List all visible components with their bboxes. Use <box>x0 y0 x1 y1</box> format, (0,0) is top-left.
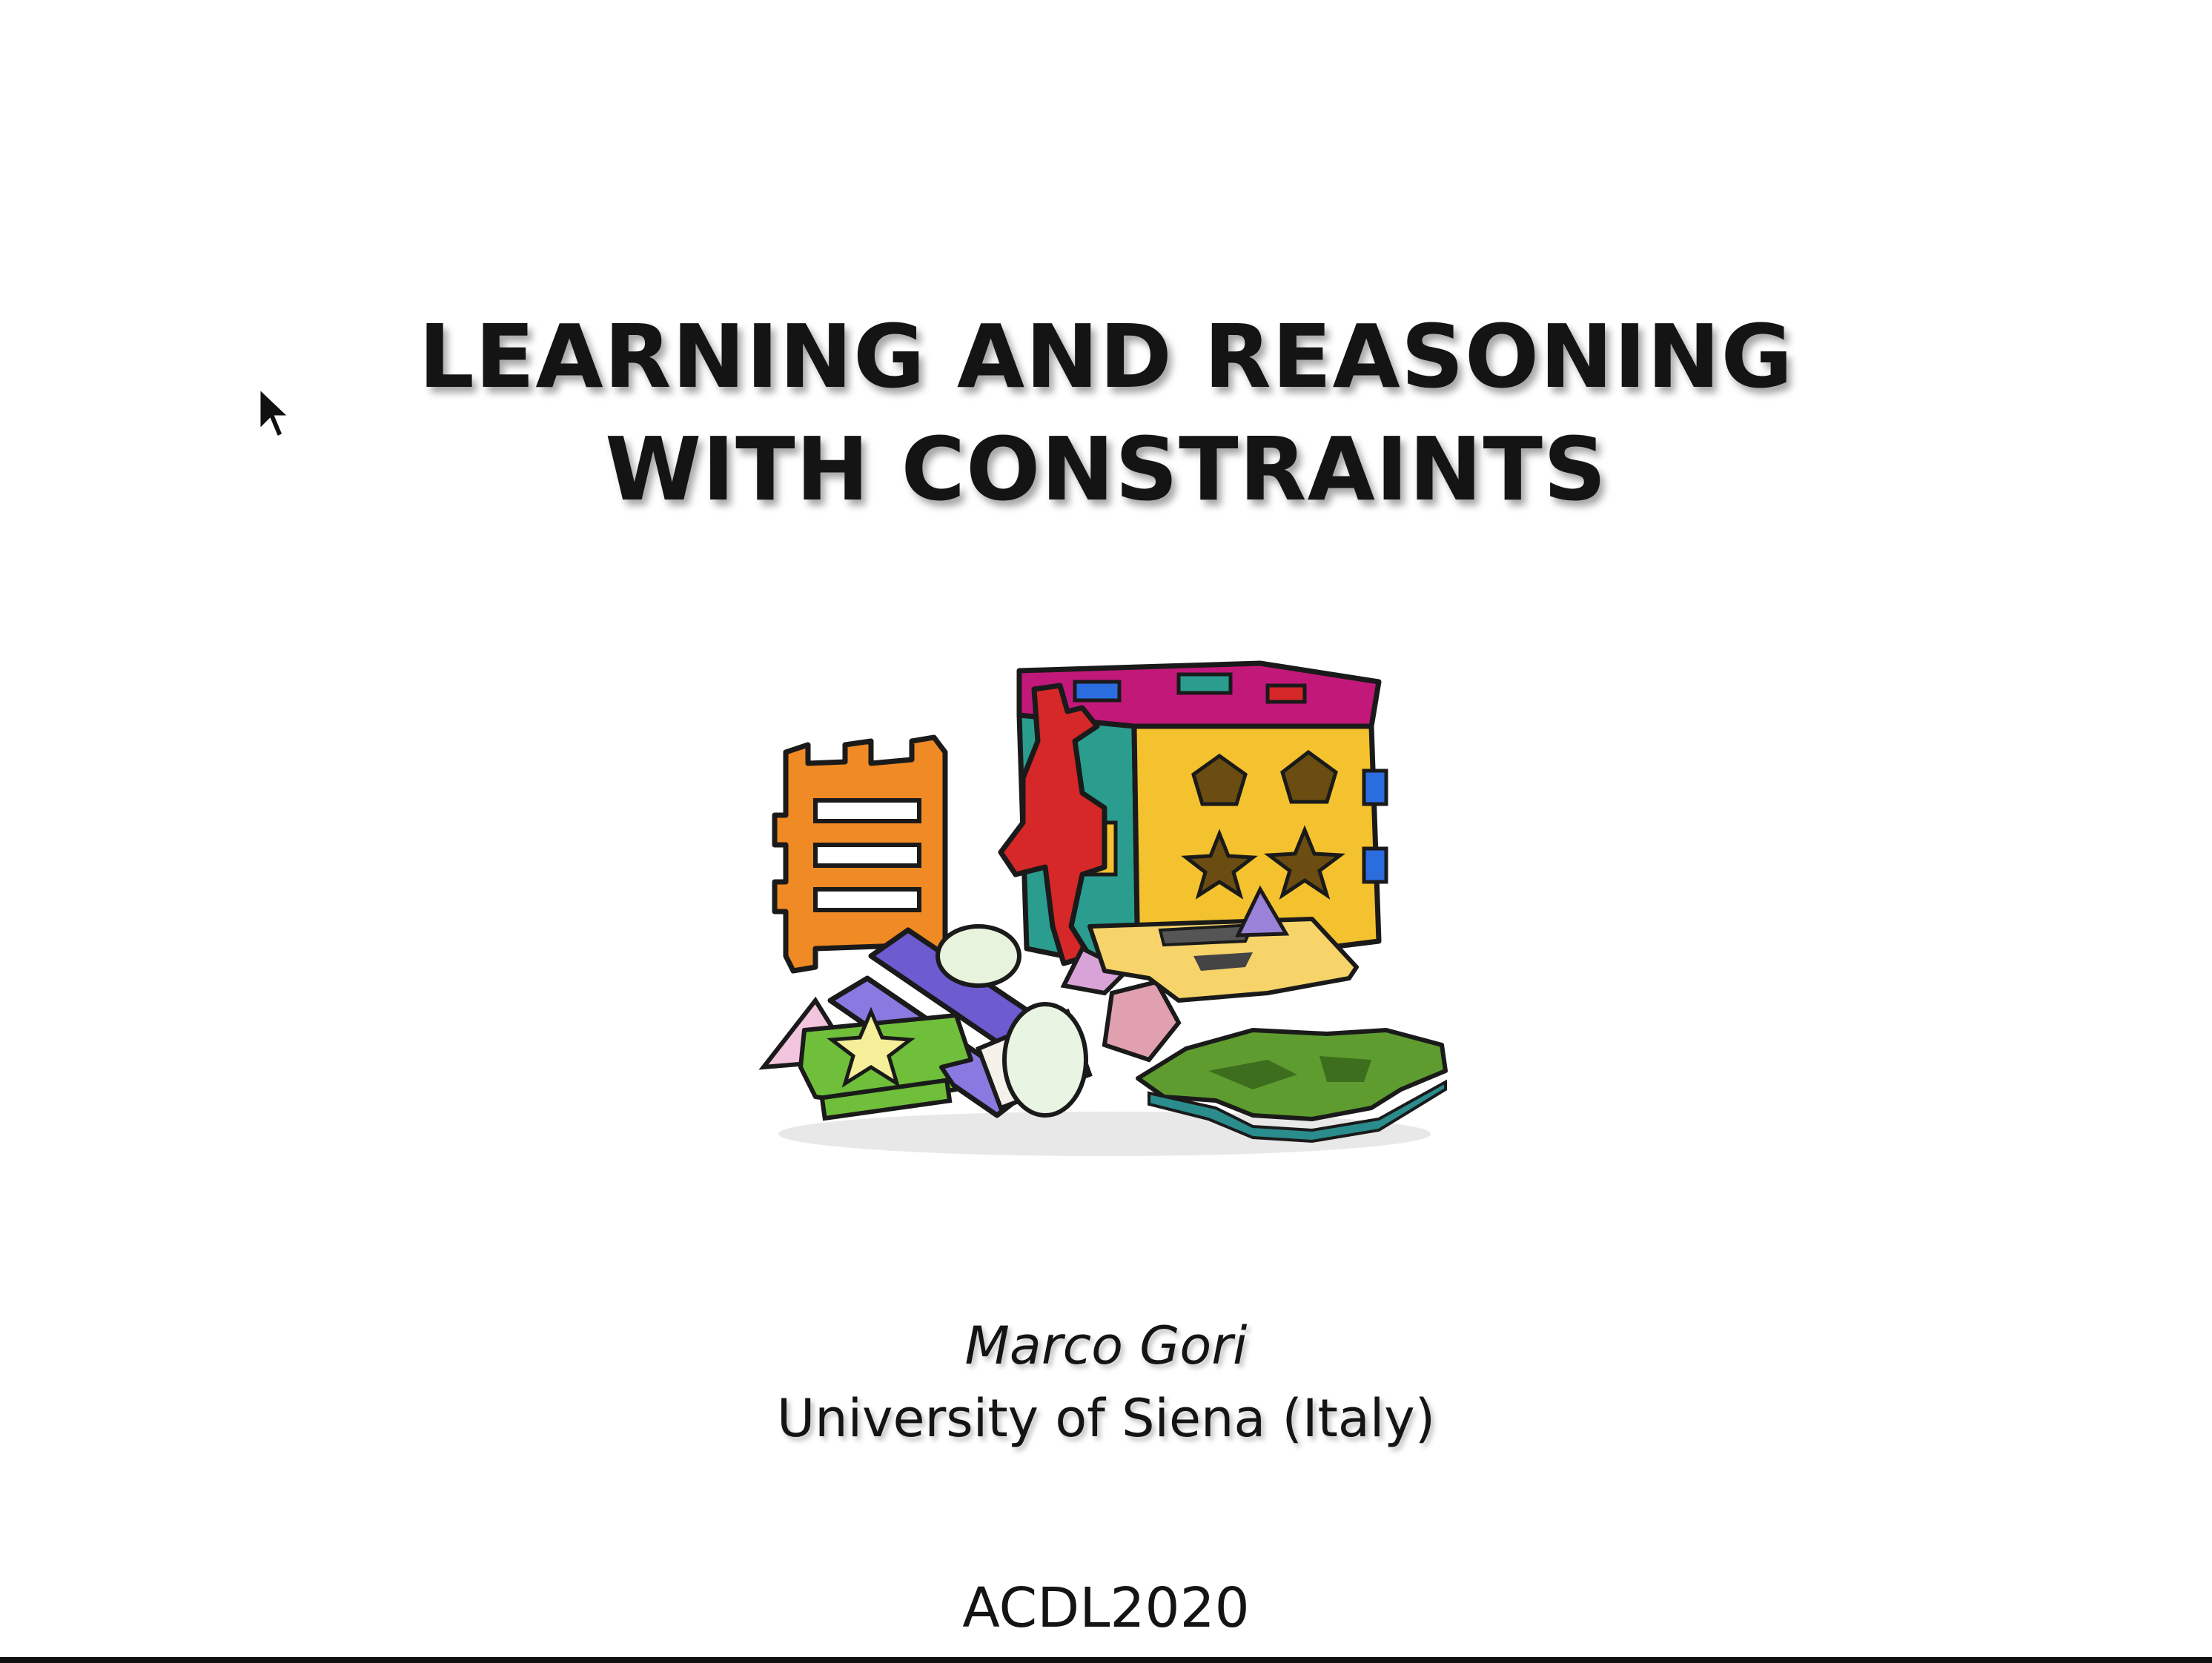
bottom-divider <box>0 1657 2212 1663</box>
title-line-2: WITH CONSTRAINTS <box>605 418 1607 520</box>
slide-title: LEARNING AND REASONING WITH CONSTRAINTS <box>0 300 2212 525</box>
mouse-pointer-icon <box>258 385 292 439</box>
presentation-slide: LEARNING AND REASONING WITH CONSTRAINTS <box>0 0 2212 1663</box>
title-line-1: LEARNING AND REASONING <box>418 305 1794 408</box>
toy-shapes-clipart-icon <box>758 660 1448 1156</box>
green-star-piece <box>798 1006 973 1121</box>
author-name: Marco Gori <box>964 1315 1248 1376</box>
event-label: ACDL2020 <box>962 1576 1250 1640</box>
author-affiliation: University of Siena (Italy) <box>776 1388 1436 1449</box>
